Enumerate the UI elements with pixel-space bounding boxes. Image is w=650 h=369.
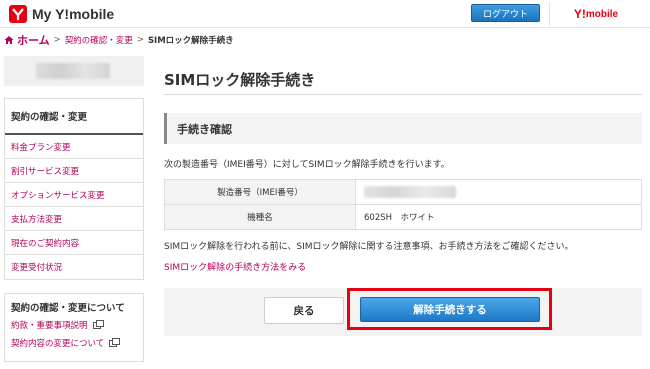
user-info-box — [4, 56, 144, 86]
ymobile-brand-logo[interactable]: Y! mobile — [549, 2, 642, 26]
highlight-frame: 解除手続きする — [347, 288, 552, 330]
terms-link[interactable]: 約款・重要事項説明 — [11, 319, 137, 331]
sidebar-item-discount-change[interactable]: 割引サービス変更 — [5, 159, 143, 183]
terms-link-label: 約款・重要事項説明 — [11, 321, 88, 331]
logout-button[interactable]: ログアウト — [471, 4, 540, 22]
intro-text: 次の製造番号（IMEI番号）に対してSIMロック解除手続きを行います。 — [164, 160, 450, 170]
external-window-icon — [92, 319, 104, 329]
model-label: 機種名 — [164, 204, 356, 230]
imei-value — [355, 179, 642, 205]
contract-change-info-link[interactable]: 契約内容の変更について — [11, 337, 137, 349]
table-row: 製造番号（IMEI番号） — [164, 179, 642, 205]
brand-mark: Y! — [573, 7, 586, 21]
brand-text: mobile — [585, 8, 619, 20]
sidebar: 契約の確認・変更 料金プラン変更 割引サービス変更 オプションサービス変更 支払… — [4, 56, 144, 362]
about-box: 契約の確認・変更について 約款・重要事項説明 契約内容の変更について — [4, 293, 144, 362]
table-row: 機種名 602SH ホワイト — [164, 204, 642, 230]
sidebar-item-option-change[interactable]: オプションサービス変更 — [5, 183, 143, 207]
breadcrumb-current: SIMロック解除手続き — [147, 36, 234, 46]
breadcrumb: ホーム > 契約の確認・変更 > SIMロック解除手続き — [4, 33, 234, 47]
button-area: 戻る 解除手続きする — [164, 288, 642, 336]
section-title: 手続き確認 — [164, 113, 642, 144]
header: My Y!mobile ログアウト Y! mobile — [0, 0, 650, 28]
notice-text: SIMロック解除を行われる前に、SIMロック解除に関する注意事項、お手続き方法を… — [164, 242, 574, 252]
my-ymobile-logo[interactable]: My Y!mobile — [8, 4, 114, 24]
breadcrumb-separator: > — [136, 35, 144, 45]
sidebar-item-current-contract[interactable]: 現在のご契約内容 — [5, 231, 143, 255]
sidebar-item-change-status[interactable]: 変更受付状況 — [5, 255, 143, 279]
masked-user-info — [36, 63, 110, 79]
ymobile-logo-icon — [9, 5, 27, 23]
breadcrumb-contract[interactable]: 契約の確認・変更 — [65, 34, 133, 46]
masked-imei — [364, 186, 456, 198]
breadcrumb-home[interactable]: ホーム — [17, 32, 50, 48]
sidebar-item-payment-change[interactable]: 支払方法変更 — [5, 207, 143, 231]
submit-unlock-button[interactable]: 解除手続きする — [360, 297, 540, 322]
page-title: SIMロック解除手続き — [164, 56, 642, 95]
back-button[interactable]: 戻る — [264, 297, 344, 324]
main-content: SIMロック解除手続き 手続き確認 次の製造番号（IMEI番号）に対してSIMロ… — [164, 56, 642, 336]
model-value: 602SH ホワイト — [355, 204, 642, 230]
breadcrumb-separator: > — [53, 35, 61, 45]
contract-change-info-label: 契約内容の変更について — [11, 339, 105, 349]
procedure-link[interactable]: SIMロック解除の手続き方法をみる — [164, 260, 642, 273]
sidebar-item-plan-change[interactable]: 料金プラン変更 — [5, 135, 143, 159]
contract-menu: 契約の確認・変更 料金プラン変更 割引サービス変更 オプションサービス変更 支払… — [4, 98, 144, 280]
imei-label: 製造番号（IMEI番号） — [164, 179, 356, 205]
home-icon — [4, 36, 14, 44]
logo-text: My Y!mobile — [32, 6, 115, 22]
device-info-table: 製造番号（IMEI番号） 機種名 602SH ホワイト — [164, 179, 642, 230]
about-title: 契約の確認・変更について — [11, 303, 125, 314]
contract-menu-title: 契約の確認・変更 — [5, 99, 143, 135]
external-window-icon — [109, 337, 121, 347]
